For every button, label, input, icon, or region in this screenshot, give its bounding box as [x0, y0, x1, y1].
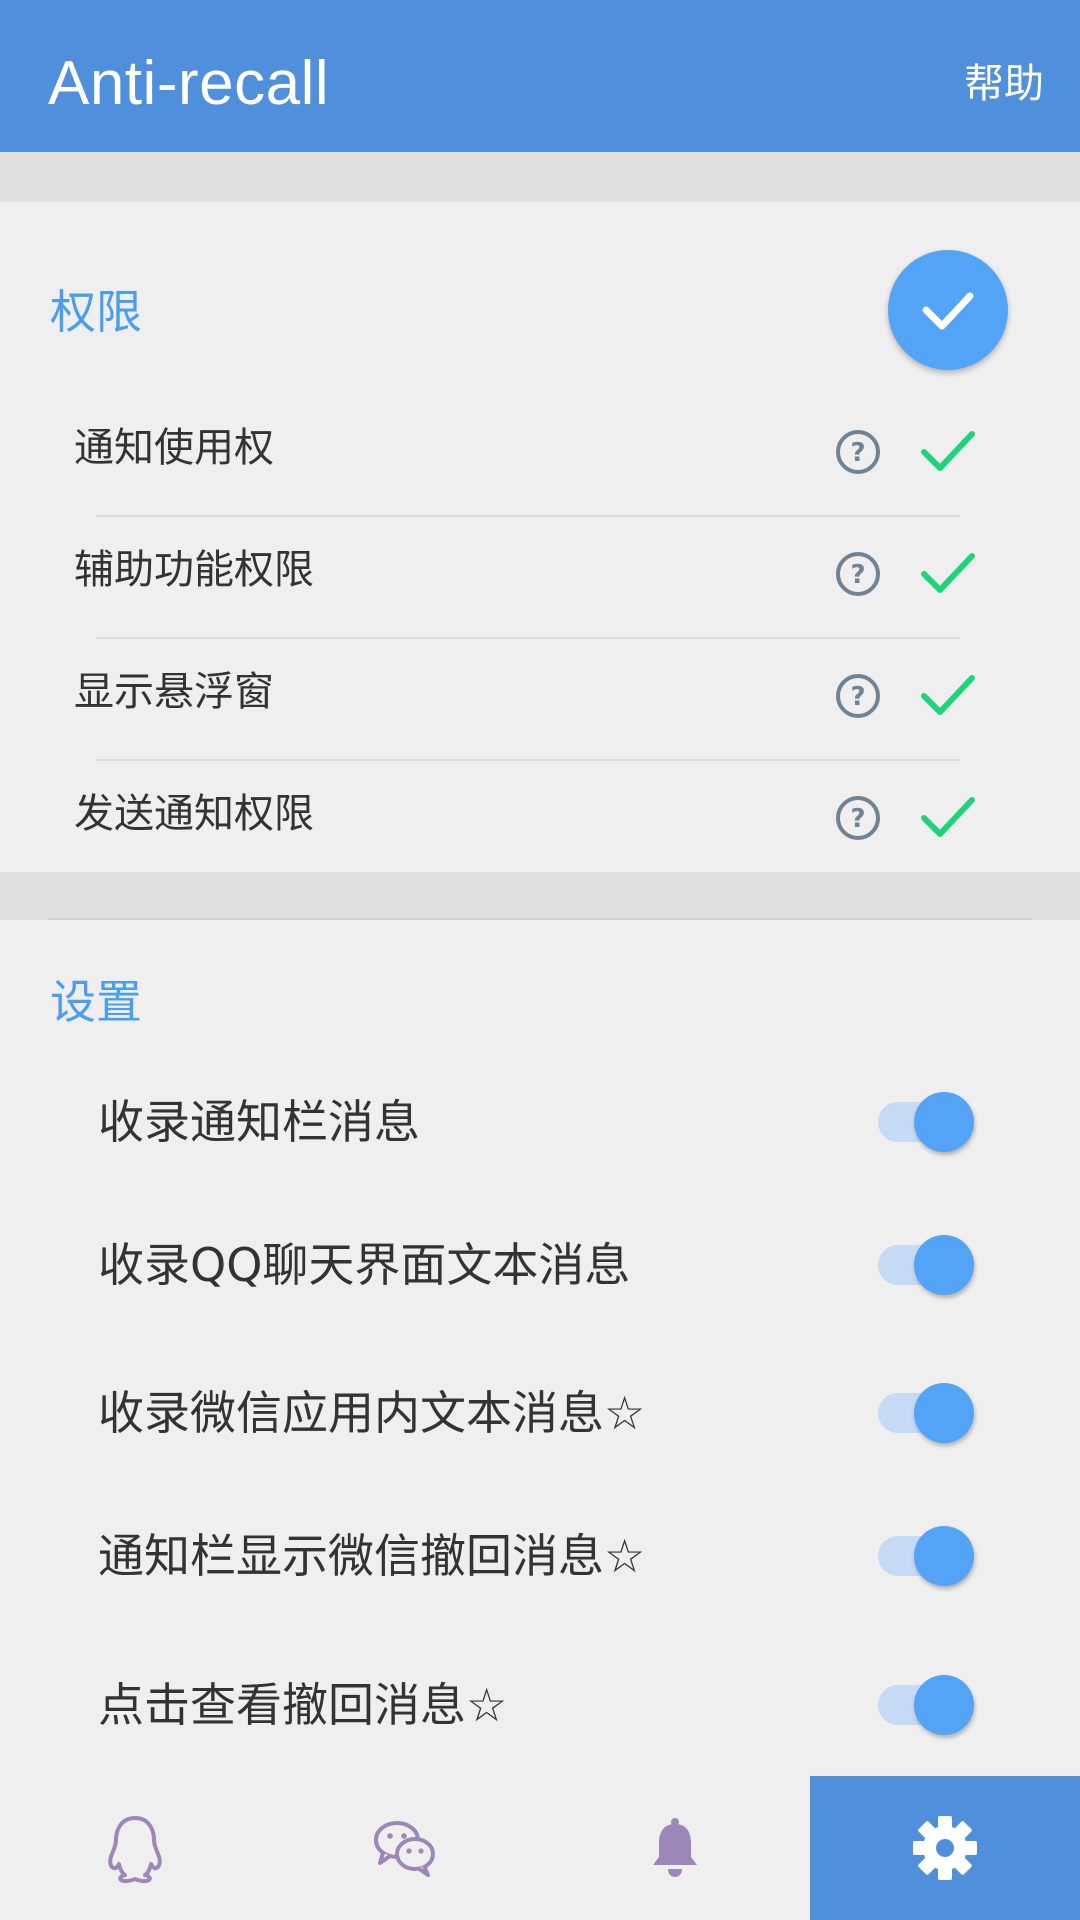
- section-separator: [0, 152, 1080, 202]
- setting-label: 收录QQ聊天界面文本消息: [98, 1238, 631, 1292]
- granted-check-icon: [921, 675, 975, 715]
- setting-label: 点击查看撤回消息☆: [98, 1678, 508, 1732]
- svg-text:?: ?: [850, 682, 865, 712]
- toggle-thumb: [914, 1092, 974, 1152]
- setting-toggle[interactable]: [876, 1235, 976, 1295]
- question-circle-icon[interactable]: ?: [834, 794, 882, 842]
- gear-icon: [913, 1816, 977, 1880]
- question-circle-icon[interactable]: ?: [834, 672, 882, 720]
- nav-tab-qq[interactable]: [0, 1776, 270, 1920]
- permission-label: 发送通知权限: [74, 791, 314, 837]
- granted-check-icon: [921, 431, 975, 471]
- granted-check-icon: [921, 553, 975, 593]
- qq-icon: [108, 1816, 162, 1884]
- svg-text:?: ?: [850, 438, 865, 468]
- section-divider: [48, 918, 1032, 920]
- bell-icon: [653, 1818, 697, 1877]
- nav-tab-wechat[interactable]: [270, 1776, 540, 1920]
- setting-toggle[interactable]: [876, 1383, 976, 1443]
- setting-toggle[interactable]: [876, 1526, 976, 1586]
- toggle-thumb: [914, 1526, 974, 1586]
- toggle-thumb: [914, 1235, 974, 1295]
- permission-row-notification-access[interactable]: 通知使用权 ?: [0, 394, 1080, 516]
- app-bar: Anti-recall 帮助: [0, 0, 1080, 152]
- setting-toggle[interactable]: [876, 1092, 976, 1152]
- section-separator: [0, 872, 1080, 920]
- setting-label: 通知栏显示微信撤回消息☆: [98, 1529, 646, 1583]
- permission-label: 辅助功能权限: [74, 547, 314, 593]
- permission-row-overlay[interactable]: 显示悬浮窗 ?: [0, 638, 1080, 760]
- checkmark-icon: [922, 292, 974, 330]
- nav-tab-notifications[interactable]: [540, 1776, 810, 1920]
- setting-row-record-qq-text[interactable]: 收录QQ聊天界面文本消息: [0, 1215, 1080, 1315]
- permissions-section-title: 权限: [50, 285, 142, 339]
- granted-check-icon: [921, 797, 975, 837]
- svg-text:?: ?: [850, 560, 865, 590]
- toggle-thumb: [914, 1675, 974, 1735]
- setting-toggle[interactable]: [876, 1675, 976, 1735]
- setting-row-record-wechat-text[interactable]: 收录微信应用内文本消息☆: [0, 1363, 1080, 1463]
- setting-row-notify-wechat-recall[interactable]: 通知栏显示微信撤回消息☆: [0, 1506, 1080, 1606]
- setting-row-record-notifications[interactable]: 收录通知栏消息: [0, 1072, 1080, 1172]
- permission-label: 通知使用权: [74, 425, 274, 471]
- setting-row-tap-view-recall[interactable]: 点击查看撤回消息☆: [0, 1655, 1080, 1755]
- permission-row-post-notifications[interactable]: 发送通知权限 ?: [0, 760, 1080, 882]
- bottom-navigation: [0, 1776, 1080, 1920]
- setting-label: 收录微信应用内文本消息☆: [98, 1386, 646, 1440]
- settings-section-title: 设置: [50, 975, 142, 1029]
- help-button[interactable]: 帮助: [964, 58, 1044, 110]
- app-title: Anti-recall: [48, 49, 330, 118]
- permission-label: 显示悬浮窗: [74, 669, 274, 715]
- permission-row-accessibility[interactable]: 辅助功能权限 ?: [0, 516, 1080, 638]
- nav-tab-settings[interactable]: [810, 1776, 1080, 1920]
- setting-label: 收录通知栏消息: [98, 1095, 420, 1149]
- question-circle-icon[interactable]: ?: [834, 550, 882, 598]
- svg-text:?: ?: [850, 804, 865, 834]
- toggle-thumb: [914, 1383, 974, 1443]
- wechat-icon: [374, 1821, 435, 1877]
- confirm-fab-button[interactable]: [888, 250, 1008, 370]
- question-circle-icon[interactable]: ?: [834, 428, 882, 476]
